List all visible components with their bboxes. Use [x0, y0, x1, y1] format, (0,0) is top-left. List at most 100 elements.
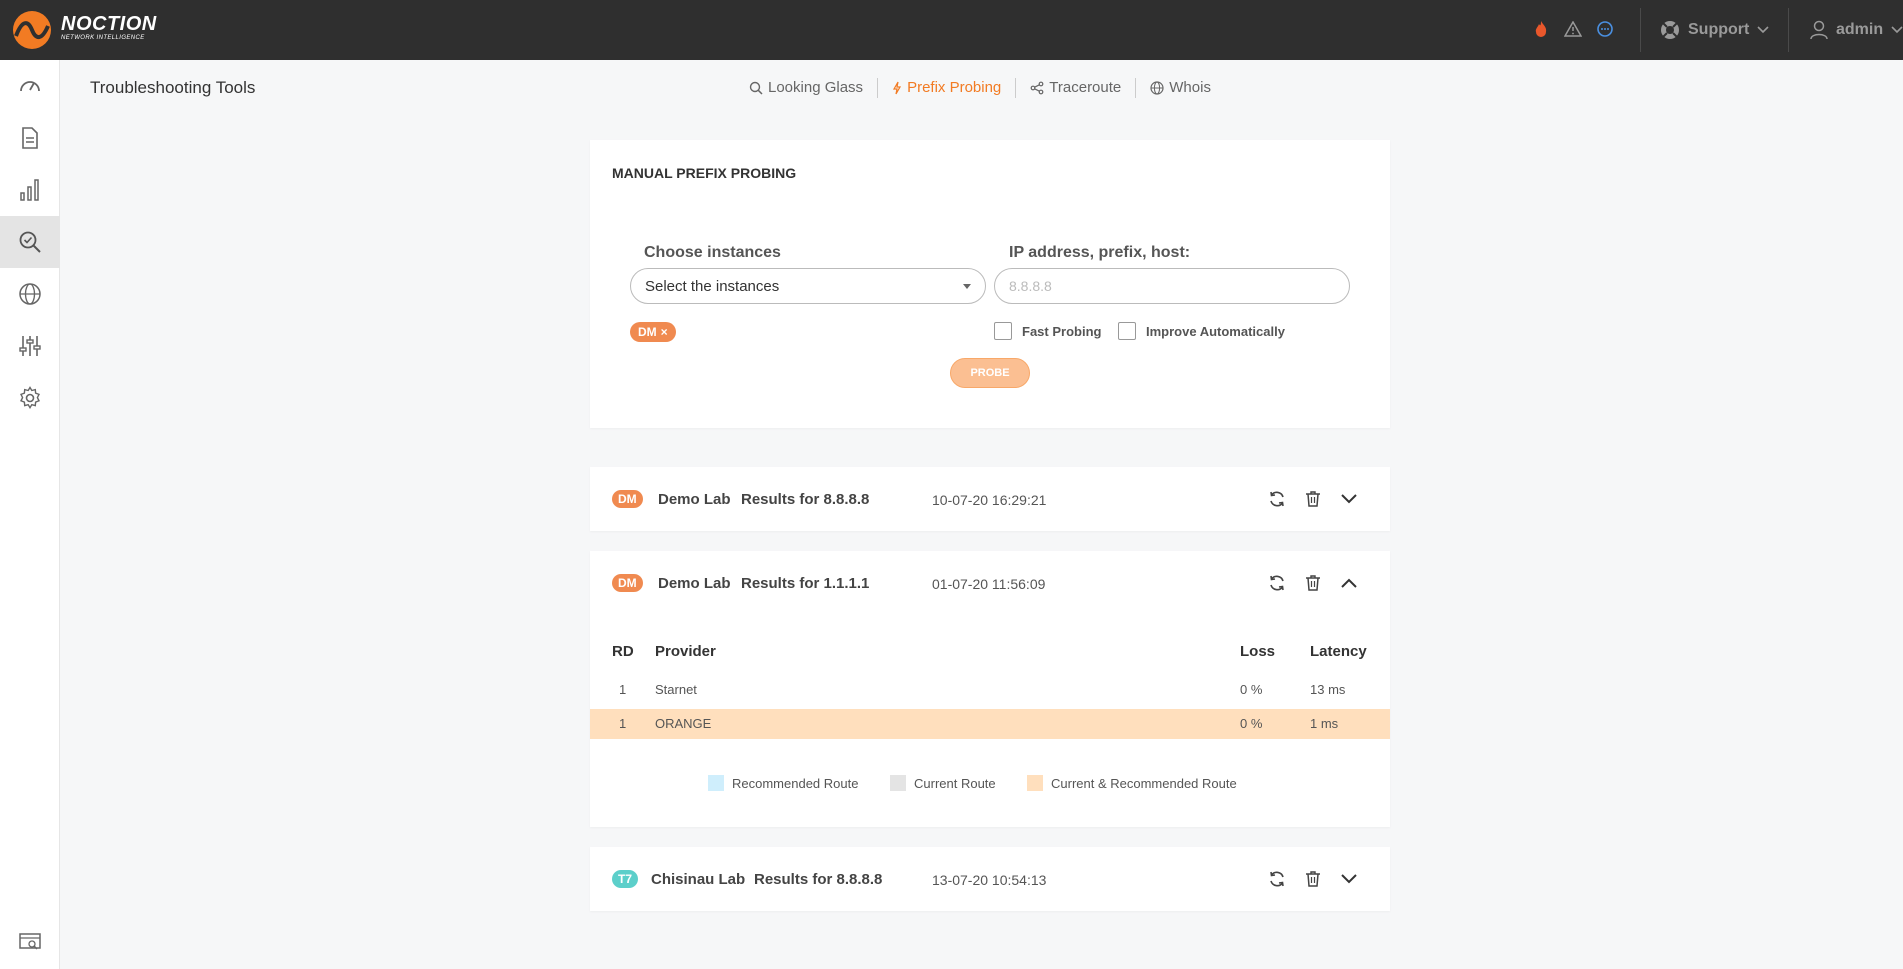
trash-icon[interactable] [1302, 572, 1324, 594]
legend-recommended: Recommended Route [708, 775, 858, 791]
legend-label: Current Route [914, 775, 996, 791]
improve-automatically-checkbox[interactable]: Improve Automatically [1118, 322, 1285, 340]
instances-select[interactable]: Select the instances [630, 268, 986, 304]
instance-badge: T7 [612, 870, 639, 888]
support-label: Support [1688, 21, 1750, 38]
refresh-icon[interactable] [1266, 868, 1288, 890]
chevron-down-icon[interactable] [1338, 868, 1360, 890]
lab-name: Chisinau Lab [651, 871, 746, 888]
selected-instance-chip[interactable]: DM × [630, 322, 676, 342]
fast-probing-checkbox[interactable]: Fast Probing [994, 322, 1101, 340]
cell-loss: 0 % [1240, 716, 1263, 731]
cell-latency: 1 ms [1310, 716, 1339, 731]
sidebar-item-network[interactable] [0, 268, 60, 320]
cell-provider: ORANGE [655, 716, 712, 731]
legend-swatch [1027, 775, 1043, 791]
chevron-down-icon [1757, 26, 1769, 34]
column-header-rd: RD [612, 643, 634, 660]
checkbox-box[interactable] [1118, 322, 1136, 340]
noction-logo[interactable] [12, 10, 52, 50]
search-icon [749, 81, 763, 95]
table-row-highlighted: 1 ORANGE 0 % 1 ms [590, 709, 1390, 739]
manual-prefix-probing-panel: MANUAL PREFIX PROBING Choose instances I… [590, 140, 1390, 428]
support-menu[interactable]: Support [1660, 18, 1769, 42]
tab-prefix-probing[interactable]: Prefix Probing [877, 78, 1015, 98]
sidebar-item-configuration[interactable] [0, 320, 60, 372]
user-icon [1810, 20, 1828, 40]
tab-traceroute[interactable]: Traceroute [1015, 78, 1135, 98]
close-icon[interactable]: × [661, 325, 668, 339]
ip-label: IP address, prefix, host: [1009, 244, 1191, 261]
chevron-up-icon[interactable] [1338, 572, 1360, 594]
settings-icon [20, 386, 40, 410]
panel-title: MANUAL PREFIX PROBING [612, 165, 797, 181]
bolt-icon [893, 81, 902, 95]
column-header-provider: Provider [655, 643, 716, 660]
result-date: 13-07-20 10:54:13 [932, 872, 1047, 888]
lifebuoy-icon [1661, 21, 1679, 39]
sidebar-item-troubleshooting[interactable] [0, 216, 60, 268]
trash-icon[interactable] [1302, 488, 1324, 510]
sidebar [0, 60, 60, 969]
result-title: Results for 1.1.1.1 [741, 575, 870, 592]
tab-whois[interactable]: Whois [1135, 78, 1225, 98]
cell-latency: 13 ms [1310, 682, 1346, 697]
sidebar-item-dashboard[interactable] [0, 60, 60, 112]
tab-label: Whois [1169, 79, 1211, 96]
legend-current: Current Route [890, 775, 996, 791]
warning-icon[interactable] [1562, 18, 1584, 40]
caret-down-icon [963, 283, 971, 289]
chevron-down-icon[interactable] [1338, 488, 1360, 510]
result-date: 01-07-20 11:56:09 [932, 576, 1046, 592]
probe-button[interactable]: PROBE [950, 358, 1030, 388]
result-title: Results for 8.8.8.8 [741, 491, 870, 508]
cell-provider: Starnet [655, 682, 697, 697]
chat-icon[interactable] [1594, 18, 1616, 40]
tab-label: Prefix Probing [907, 79, 1002, 96]
ip-address-input[interactable] [994, 268, 1350, 304]
cell-loss: 0 % [1240, 682, 1263, 697]
troubleshooting-icon [19, 231, 41, 253]
brand: NOCTION NETWORK INTELLIGENCE [61, 14, 157, 42]
sidebar-item-reports[interactable] [0, 112, 60, 164]
sidebar-item-settings[interactable] [0, 372, 60, 424]
sidebar-item-charts[interactable] [0, 164, 60, 216]
tab-label: Traceroute [1049, 79, 1122, 96]
sliders-icon [19, 336, 41, 356]
chevron-down-icon [1891, 26, 1903, 34]
lab-name: Demo Lab [658, 575, 731, 592]
result-card: DM Demo Lab Results for 8.8.8.8 10-07-20… [590, 467, 1390, 531]
globe-icon [19, 283, 41, 305]
trash-icon[interactable] [1302, 868, 1324, 890]
globe-icon [1150, 81, 1164, 95]
legend-label: Current & Recommended Route [1051, 775, 1237, 791]
brand-tagline: NETWORK INTELLIGENCE [61, 35, 145, 41]
refresh-icon[interactable] [1266, 488, 1288, 510]
table-row: 1 Starnet 0 % 13 ms [590, 675, 1390, 705]
user-menu[interactable]: admin [1810, 18, 1903, 42]
topbar-divider [1788, 8, 1789, 52]
refresh-icon[interactable] [1266, 572, 1288, 594]
column-header-latency: Latency [1310, 643, 1367, 660]
brand-name: NOCTION [61, 13, 157, 35]
fast-probing-label: Fast Probing [1022, 323, 1102, 339]
instance-badge: DM [612, 490, 643, 508]
cell-rd: 1 [619, 682, 627, 697]
instance-badge: DM [612, 574, 643, 592]
page-title: Troubleshooting Tools [90, 78, 256, 97]
legend-label: Recommended Route [732, 775, 859, 791]
sidebar-item-screen-search[interactable] [0, 917, 60, 969]
result-title: Results for 8.8.8.8 [754, 871, 883, 888]
fire-icon[interactable] [1530, 18, 1552, 40]
legend-current-recommended: Current & Recommended Route [1027, 775, 1237, 791]
share-icon [1030, 81, 1044, 95]
checkbox-box[interactable] [994, 322, 1012, 340]
screen-search-icon [19, 933, 41, 950]
tab-looking-glass[interactable]: Looking Glass [735, 78, 877, 98]
tab-label: Looking Glass [768, 79, 864, 96]
lab-name: Demo Lab [658, 491, 731, 508]
instances-label: Choose instances [644, 244, 781, 261]
result-card-expanded: DM Demo Lab Results for 1.1.1.1 01-07-20… [590, 551, 1390, 827]
dashboard-icon [20, 81, 40, 92]
legend-swatch [708, 775, 724, 791]
